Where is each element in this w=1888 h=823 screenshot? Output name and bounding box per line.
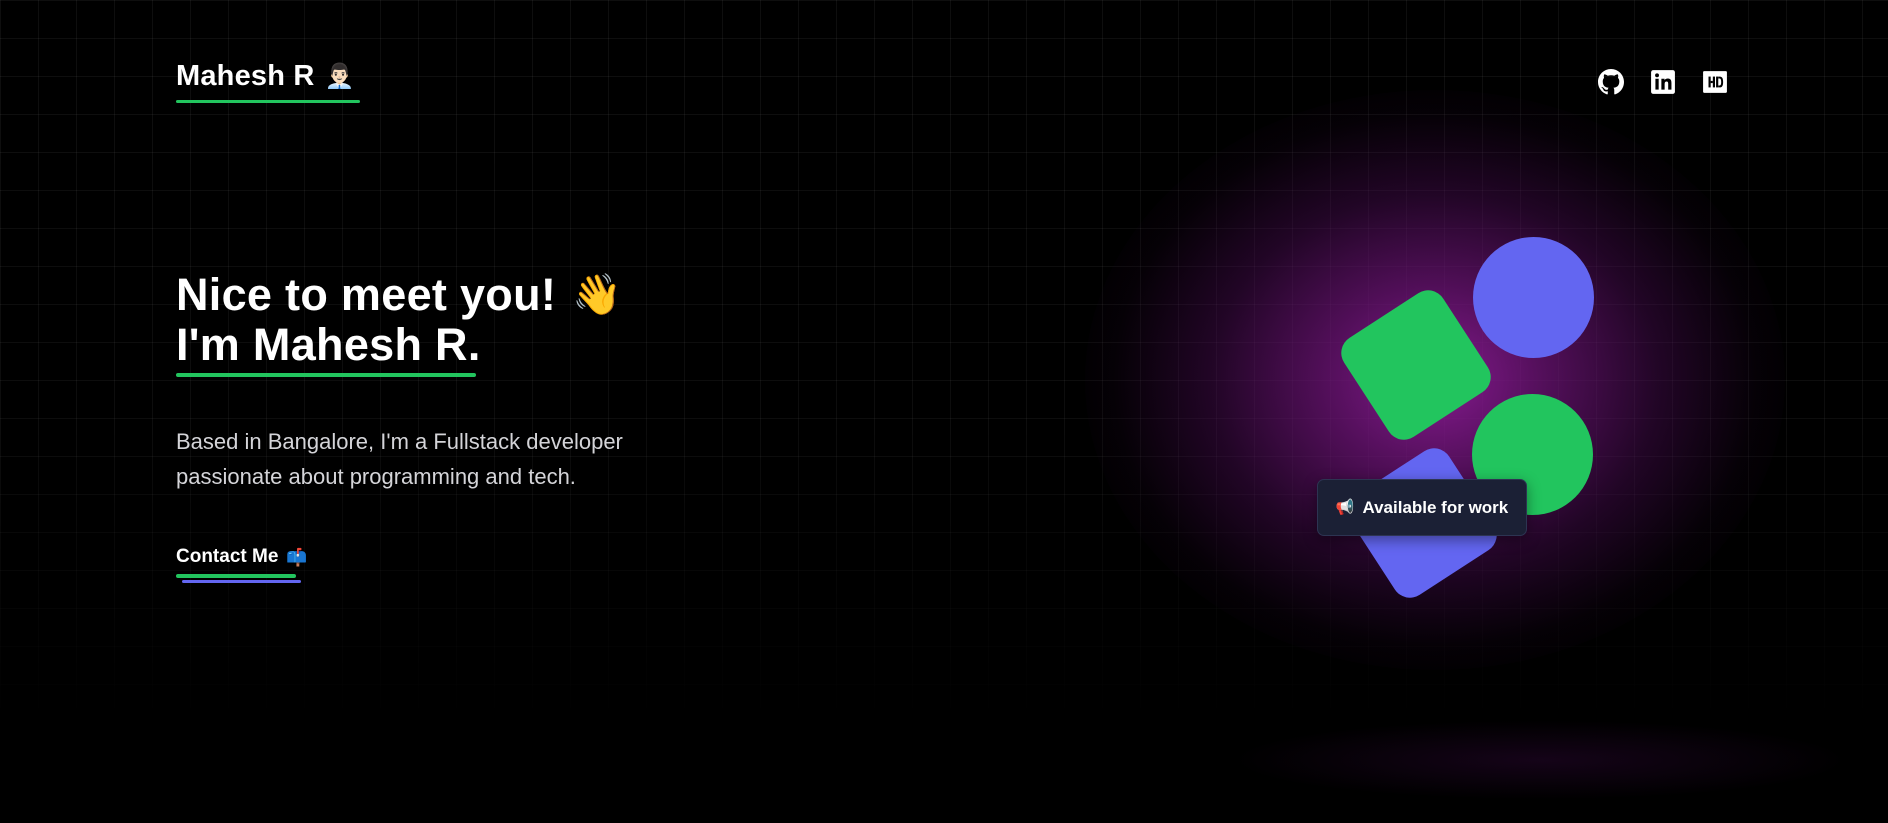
contact-underline-blue xyxy=(182,580,301,583)
hero-description-line-2: passionate about programming and tech. xyxy=(176,464,576,489)
brand-logo[interactable]: Mahesh R 👨🏻‍💼 xyxy=(176,60,355,93)
hero-title-line-2: I'm Mahesh R. xyxy=(176,320,622,370)
blue-circle-shape xyxy=(1473,237,1594,358)
social-links xyxy=(1597,68,1729,96)
contact-underline-green xyxy=(176,574,296,578)
hero-name: I'm Mahesh R. xyxy=(176,319,481,370)
hero-name-underline xyxy=(176,373,476,377)
contact-me-link[interactable]: Contact Me 📫 xyxy=(176,546,308,568)
brand-emoji: 👨🏻‍💼 xyxy=(324,62,355,90)
megaphone-icon: 📢 xyxy=(1335,499,1355,516)
available-for-work-badge: 📢 Available for work xyxy=(1317,479,1527,536)
waving-hand-emoji: 👋 xyxy=(572,273,623,317)
available-for-work-label: Available for work xyxy=(1362,497,1509,517)
mailbox-emoji: 📫 xyxy=(286,547,308,567)
hero-title-line-1: Nice to meet you! 👋 xyxy=(176,270,622,320)
brand-underline xyxy=(176,100,360,103)
hero-title: Nice to meet you! 👋 I'm Mahesh R. xyxy=(176,270,622,370)
github-icon[interactable] xyxy=(1597,68,1625,96)
linkedin-icon[interactable] xyxy=(1649,68,1677,96)
hero-description-line-1: Based in Bangalore, I'm a Fullstack deve… xyxy=(176,429,623,454)
hashnode-icon[interactable] xyxy=(1701,68,1729,96)
floor-glow xyxy=(1230,720,1850,800)
hero-greeting: Nice to meet you! xyxy=(176,269,557,320)
brand-name: Mahesh R xyxy=(176,60,315,92)
hero-description: Based in Bangalore, I'm a Fullstack deve… xyxy=(176,424,696,494)
contact-me-label: Contact Me xyxy=(176,546,279,567)
